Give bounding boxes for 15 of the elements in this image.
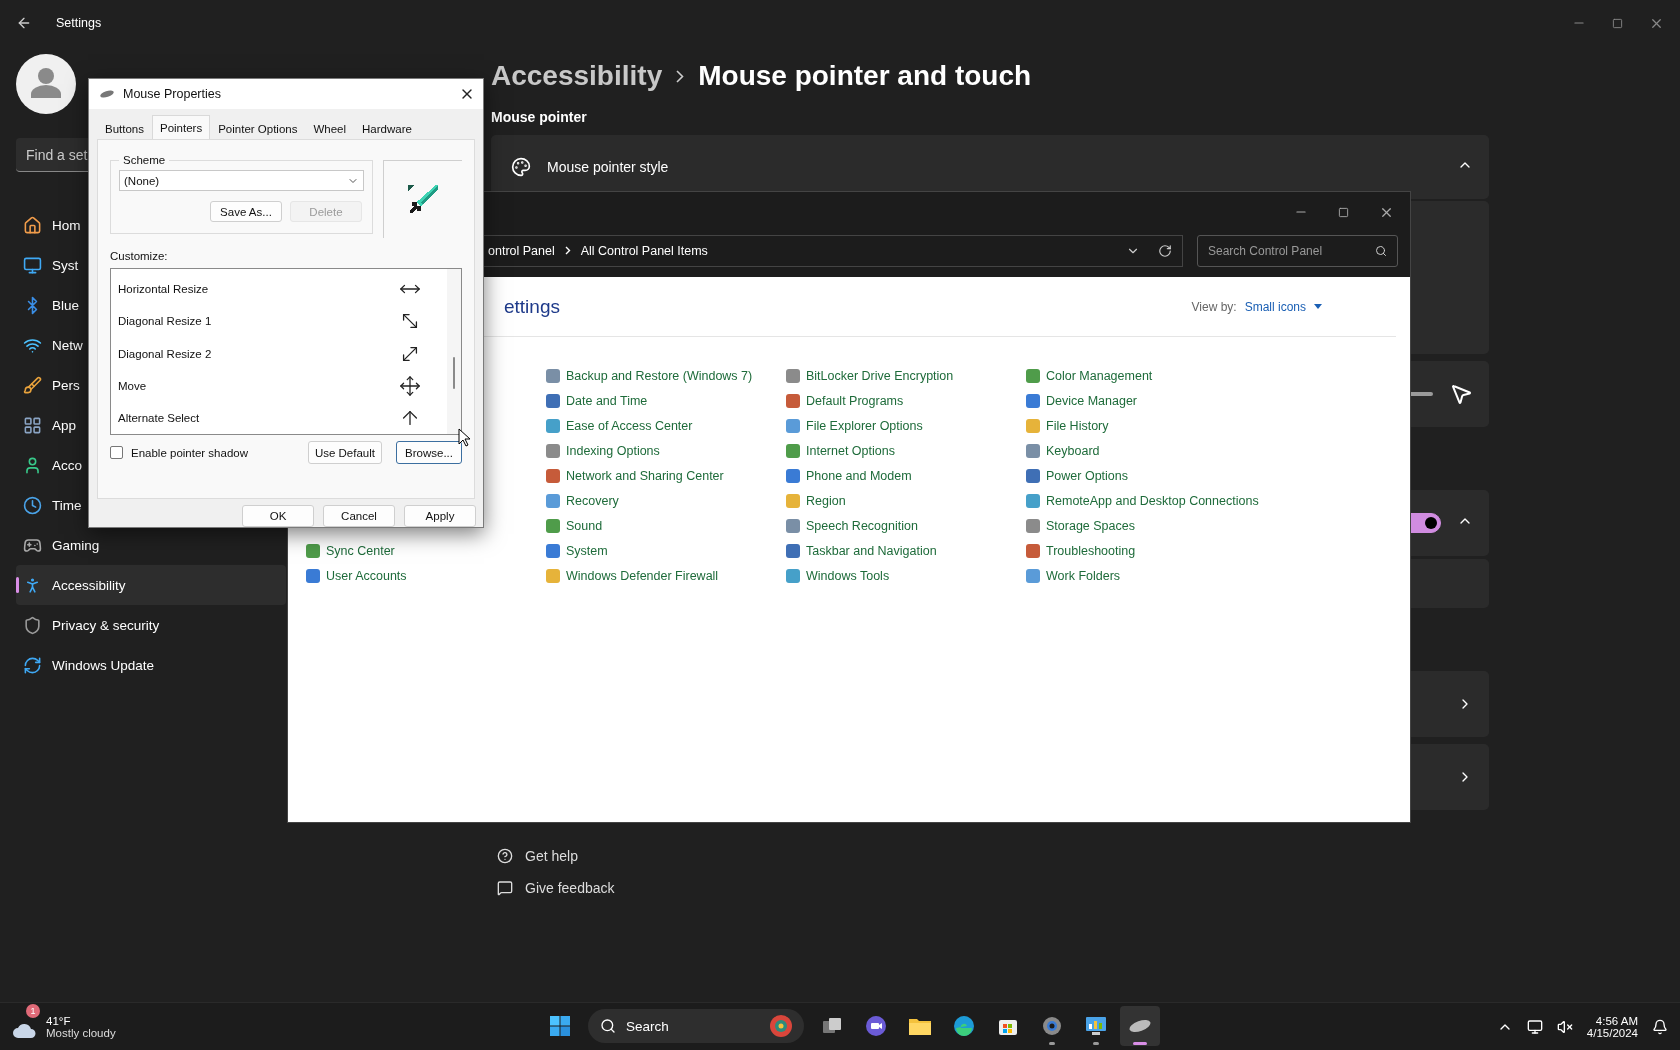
clock-time: 4:56 AM xyxy=(1595,1014,1638,1027)
checkbox-label: Enable pointer shadow xyxy=(131,446,248,459)
view-by-label: View by: xyxy=(1191,299,1237,314)
clock-date: 4/15/2024 xyxy=(1586,1026,1638,1039)
notification-badge: 1 xyxy=(26,1003,40,1018)
weather-condition: Mostly cloudy xyxy=(46,1026,116,1039)
card-title: Mouse pointer style xyxy=(547,159,669,175)
dialog-title: Mouse Properties xyxy=(123,87,221,101)
group-label: Scheme xyxy=(122,154,167,166)
customize-label: Customize: xyxy=(110,250,169,262)
page-title: Mouse pointer and touch xyxy=(698,60,1032,92)
temperature: 41°F xyxy=(46,1014,72,1027)
window-title: Settings xyxy=(56,16,102,30)
section-title: Mouse pointer xyxy=(491,109,588,125)
page-heading: ettings xyxy=(504,295,560,318)
